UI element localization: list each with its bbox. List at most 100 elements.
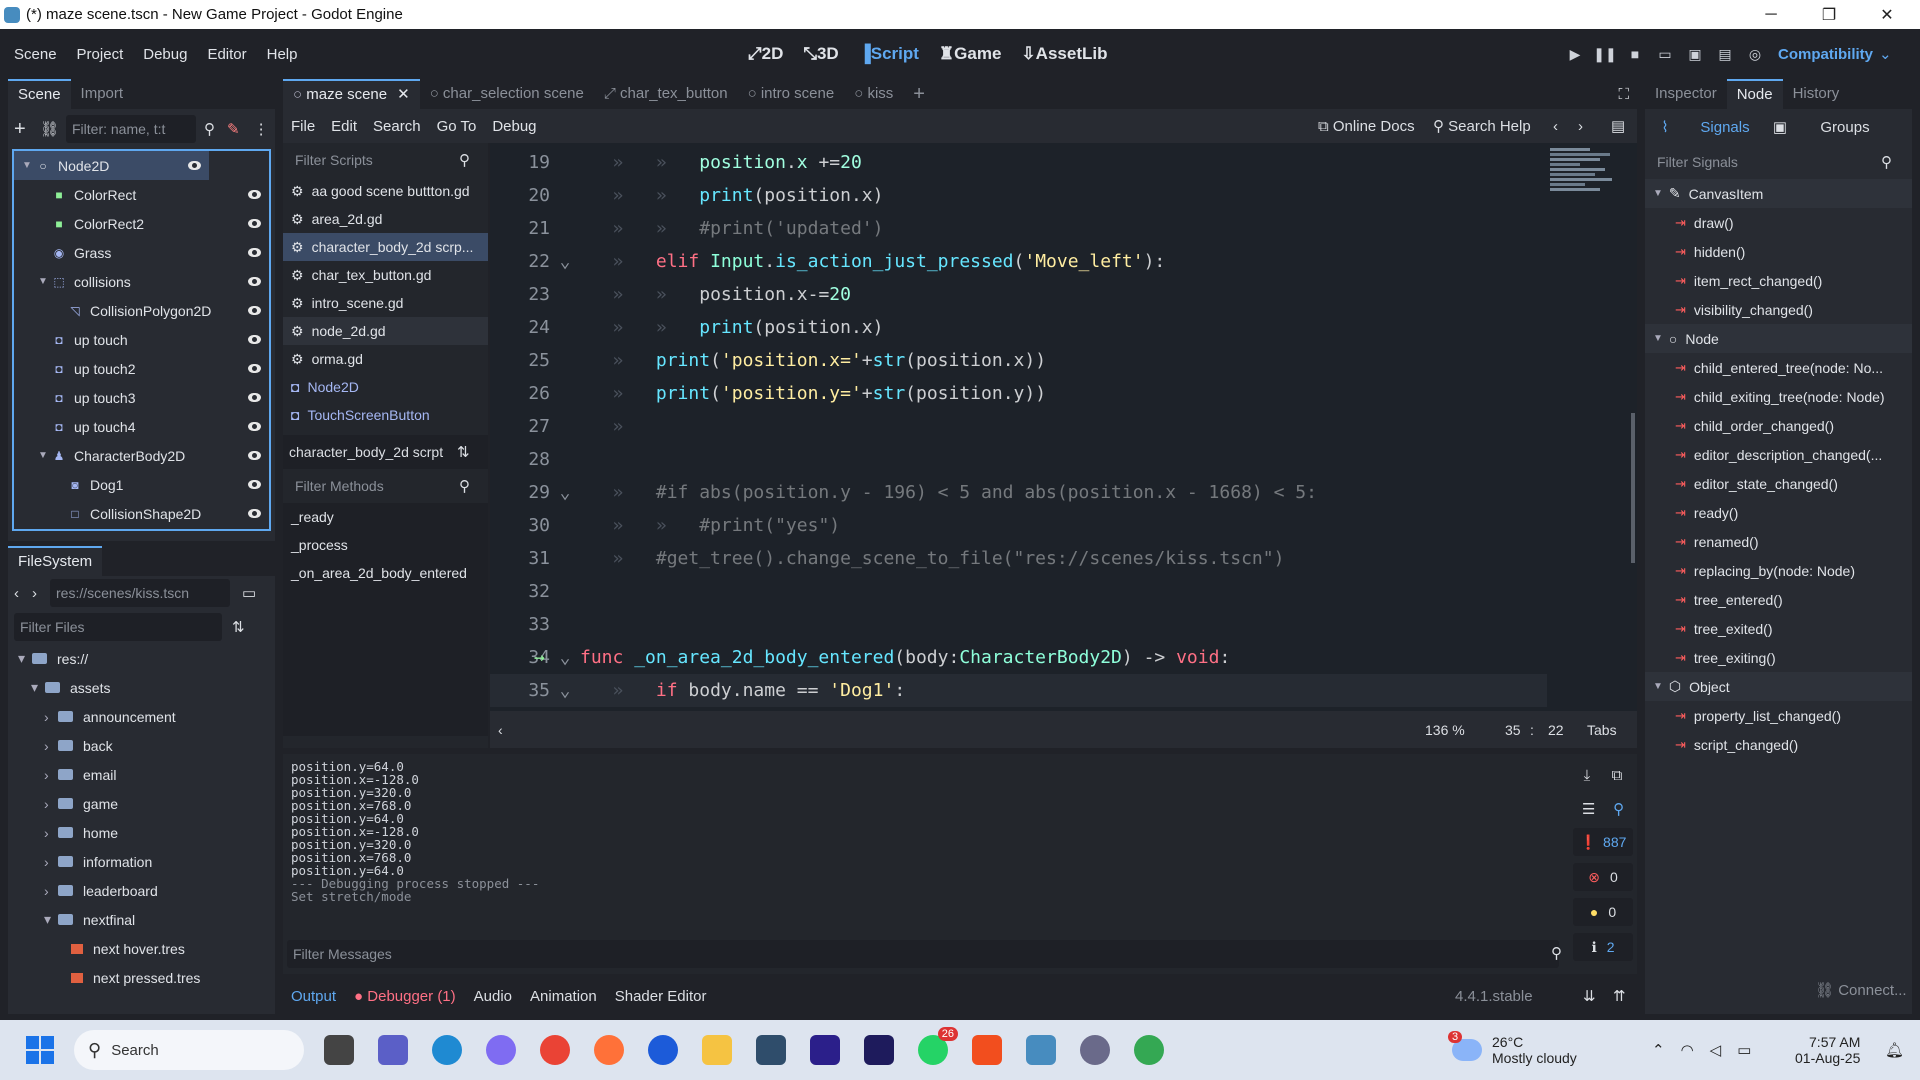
filter-files-input[interactable]: Filter Files [14, 613, 222, 641]
volume-icon[interactable]: ◁ [1710, 1041, 1722, 1059]
scene-tab-char-tex-button[interactable]: ⤢ char_tex_button [594, 79, 738, 109]
close-button[interactable]: ✕ [1858, 0, 1916, 29]
code-line[interactable]: 33 [490, 608, 613, 641]
script-menu-edit[interactable]: Edit [331, 118, 357, 135]
visibility-icon[interactable] [248, 277, 261, 286]
scene-node[interactable]: ◘ up touch [14, 325, 269, 354]
stop-icon[interactable]: ■ [1620, 39, 1650, 69]
code-line[interactable]: 25 » print('position.x='+str(position.x)… [490, 344, 1046, 377]
wifi-icon[interactable]: ◠ [1681, 1041, 1694, 1059]
code-line[interactable]: 32 [490, 575, 613, 608]
expand-arrow-icon[interactable]: › [44, 825, 58, 841]
code-line[interactable]: 27 » [490, 410, 623, 443]
signal-item[interactable]: ⇥ editor_description_changed(... [1645, 440, 1912, 469]
signal-item[interactable]: ⇥ child_entered_tree(node: No... [1645, 353, 1912, 382]
menu-debug[interactable]: Debug [143, 46, 187, 63]
filesystem-path[interactable]: res://scenes/kiss.tscn [50, 579, 230, 607]
signal-item[interactable]: ⇥ ready() [1645, 498, 1912, 527]
visibility-icon[interactable] [248, 248, 261, 257]
workspace-assetlib[interactable]: ⇩AssetLib [1021, 44, 1107, 64]
code-line[interactable]: 20 » » print(position.x) [490, 179, 883, 212]
workspace-2d[interactable]: ⤢2D [748, 44, 783, 64]
signal-item[interactable]: ⇥ editor_state_changed() [1645, 469, 1912, 498]
notification-bell-icon[interactable]: 🔔︎ [1885, 1041, 1904, 1059]
chevron-down-icon[interactable]: ▼ [38, 276, 52, 287]
task-view-icon[interactable] [324, 1035, 354, 1065]
signal-item[interactable]: ⇥ draw() [1645, 208, 1912, 237]
code-line[interactable]: → 34 ⌄ func _on_area_2d_body_entered(body:C… [490, 641, 1230, 674]
code-line[interactable]: 31 » #get_tree().change_scene_to_file("r… [490, 542, 1284, 575]
file-tree-item[interactable]: › information [8, 847, 275, 876]
script-list-item[interactable]: ⚙ char_tex_button.gd [283, 261, 488, 289]
visibility-icon[interactable] [248, 364, 261, 373]
signal-item[interactable]: ⇥ property_list_changed() [1645, 701, 1912, 730]
chrome-profile-icon[interactable] [1134, 1035, 1164, 1065]
visibility-icon[interactable] [248, 335, 261, 344]
script-list-item[interactable]: ⚙ orma.gd [283, 345, 488, 373]
signal-item[interactable]: ⇥ item_rect_changed() [1645, 266, 1912, 295]
workspace-game[interactable]: ♜Game [939, 44, 1002, 64]
code-scrollbar[interactable] [1631, 413, 1635, 563]
code-line[interactable]: 22 ⌄ » elif Input.is_action_just_pressed(… [490, 245, 1165, 278]
expand-arrow-icon[interactable]: › [44, 854, 58, 870]
file-tree-item[interactable]: next pressed.tres [8, 963, 275, 992]
scene-node[interactable]: ◘ up touch2 [14, 354, 269, 383]
code-line[interactable]: 24 » » print(position.x) [490, 311, 883, 344]
expand-arrow-icon[interactable]: ▾ [44, 911, 58, 928]
menu-scene[interactable]: Scene [14, 46, 57, 63]
file-tree-item[interactable]: › game [8, 789, 275, 818]
expand-arrow-icon[interactable]: › [44, 767, 58, 783]
scene-tab-kiss[interactable]: ○ kiss [844, 79, 903, 109]
signal-item[interactable]: ⇥ tree_exited() [1645, 614, 1912, 643]
whatsapp-icon[interactable]: 26 [918, 1027, 958, 1065]
signal-item[interactable]: ⇥ replacing_by(node: Node) [1645, 556, 1912, 585]
chevron-down-icon[interactable]: ▼ [38, 450, 52, 461]
scene-node[interactable]: ■ ColorRect2 [14, 209, 269, 238]
online-docs-button[interactable]: ⧉ Online Docs [1318, 118, 1415, 135]
signal-item[interactable]: ⇥ tree_exiting() [1645, 643, 1912, 672]
firefox-icon[interactable] [594, 1035, 624, 1065]
after-effects-icon[interactable] [864, 1035, 894, 1065]
expand-arrow-icon[interactable]: ▾ [18, 650, 32, 667]
code-line[interactable]: 21 » » #print('updated') [490, 212, 883, 245]
group-icon[interactable]: ☰ [1582, 800, 1595, 818]
premiere-icon[interactable] [810, 1035, 840, 1065]
kebab-menu-icon[interactable]: ⋮ [254, 120, 269, 138]
message-count[interactable]: ❗ 887 [1573, 828, 1633, 856]
tab-node[interactable]: Node [1726, 79, 1783, 109]
filter-scripts-input[interactable]: Filter Scripts [289, 146, 459, 174]
taskbar-search[interactable]: ⚲ Search [74, 1030, 304, 1070]
indent-mode[interactable]: Tabs [1587, 722, 1617, 738]
scene-tab-intro[interactable]: ○ intro scene [738, 79, 845, 109]
copilot-icon[interactable] [486, 1035, 516, 1065]
info-count[interactable]: ℹ2 [1573, 933, 1633, 961]
connected-signal-icon[interactable]: → [534, 641, 545, 674]
signal-item[interactable]: ⇥ hidden() [1645, 237, 1912, 266]
visibility-icon[interactable] [248, 306, 261, 315]
history-forward-icon[interactable]: › [1578, 118, 1583, 135]
minimize-button[interactable]: ─ [1742, 0, 1800, 29]
menu-editor[interactable]: Editor [207, 46, 246, 63]
expand-arrow-icon[interactable]: › [44, 738, 58, 754]
sort-methods-icon[interactable]: ⇅ [457, 443, 470, 461]
file-tree-item[interactable]: › leaderboard [8, 876, 275, 905]
movie-maker-icon[interactable]: ◎ [1740, 39, 1770, 69]
code-line[interactable]: 23 » » position.x-=20 [490, 278, 851, 311]
signal-item[interactable]: ⇥ renamed() [1645, 527, 1912, 556]
play-icon[interactable]: ▶ [1560, 39, 1590, 69]
script-menu-goto[interactable]: Go To [437, 118, 477, 135]
tab-animation[interactable]: Animation [530, 988, 597, 1005]
forward-icon[interactable]: › [32, 585, 50, 602]
sort-icon[interactable]: ⇅ [232, 618, 245, 636]
tab-shader-editor[interactable]: Shader Editor [615, 988, 707, 1005]
toggle-scripts-panel-icon[interactable]: ▤ [1611, 117, 1625, 135]
code-line[interactable]: 26 » print('position.y='+str(position.y)… [490, 377, 1046, 410]
visibility-icon[interactable] [248, 219, 261, 228]
code-editor[interactable]: 19 » » position.x +=20 20 » » print(posit… [490, 143, 1637, 748]
copy-icon[interactable]: ⧉ [1612, 767, 1623, 784]
tab-debugger[interactable]: ● Debugger (1) [354, 988, 456, 1005]
filter-messages-input[interactable]: Filter Messages [287, 940, 1559, 968]
menu-project[interactable]: Project [77, 46, 124, 63]
scene-node[interactable]: ▼ ♟ CharacterBody2D [14, 441, 269, 470]
godot-taskbar-icon[interactable] [1026, 1035, 1056, 1065]
